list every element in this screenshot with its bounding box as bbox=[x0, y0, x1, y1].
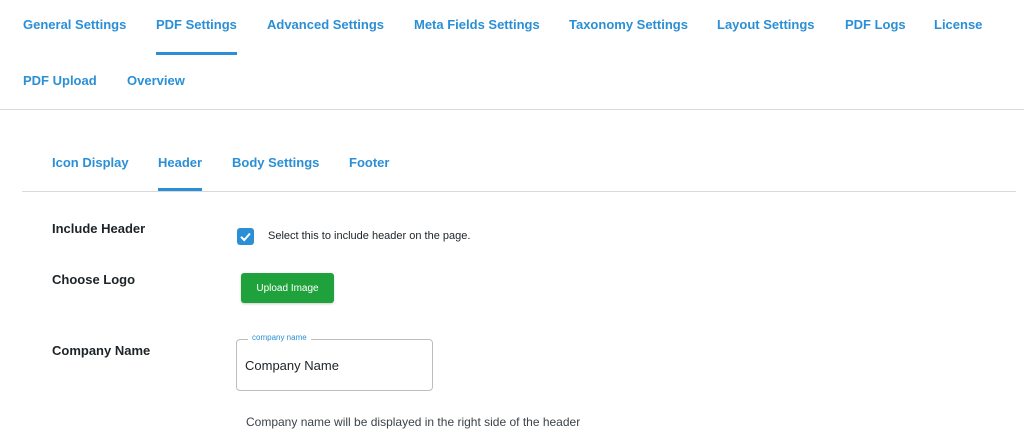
include-header-checkbox[interactable] bbox=[237, 228, 254, 245]
tab-pdf-settings[interactable]: PDF Settings bbox=[156, 17, 237, 55]
tab-meta-fields-settings[interactable]: Meta Fields Settings bbox=[414, 17, 540, 33]
subtab-header[interactable]: Header bbox=[158, 155, 203, 191]
upload-image-button[interactable]: Upload Image bbox=[241, 273, 334, 303]
subtab-icon-display[interactable]: Icon Display bbox=[52, 155, 129, 171]
pdf-settings-sub-nav: Icon Display Header Body Settings Footer bbox=[22, 140, 1016, 192]
include-header-label: Include Header bbox=[52, 221, 146, 236]
tab-license[interactable]: License bbox=[934, 17, 982, 33]
checkmark-icon bbox=[240, 232, 251, 242]
tab-advanced-settings[interactable]: Advanced Settings bbox=[267, 17, 384, 33]
include-header-description: Select this to include header on the pag… bbox=[268, 230, 471, 242]
tab-pdf-upload[interactable]: PDF Upload bbox=[23, 73, 97, 89]
tab-overview[interactable]: Overview bbox=[127, 73, 185, 89]
tab-general-settings[interactable]: General Settings bbox=[23, 17, 126, 33]
tab-taxonomy-settings[interactable]: Taxonomy Settings bbox=[569, 17, 688, 33]
settings-top-nav: General Settings PDF Settings Advanced S… bbox=[0, 0, 1024, 110]
subtab-footer[interactable]: Footer bbox=[349, 155, 389, 171]
tab-layout-settings[interactable]: Layout Settings bbox=[717, 17, 815, 33]
company-name-input[interactable] bbox=[245, 355, 425, 375]
tab-pdf-logs[interactable]: PDF Logs bbox=[845, 17, 906, 33]
subtab-body-settings[interactable]: Body Settings bbox=[232, 155, 319, 171]
choose-logo-label: Choose Logo bbox=[52, 272, 136, 287]
company-name-field-legend: company name bbox=[248, 333, 311, 343]
company-name-help-text: Company name will be displayed in the ri… bbox=[246, 415, 581, 429]
company-name-label: Company Name bbox=[52, 343, 151, 358]
